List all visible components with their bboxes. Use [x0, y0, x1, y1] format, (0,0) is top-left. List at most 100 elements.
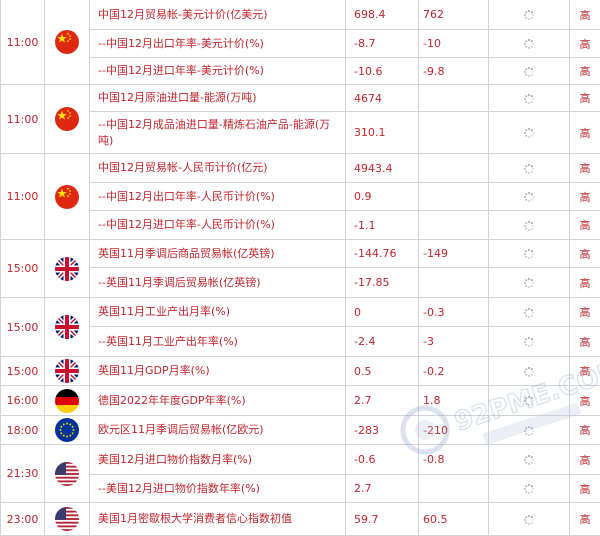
actual-value: 2.7: [345, 385, 419, 416]
table-row: --英国11月季调后贸易帐(亿英镑) -17.85 高: [1, 267, 600, 298]
actual-value: 59.7: [345, 502, 419, 536]
importance-label: 高: [569, 385, 600, 416]
actual-value: -2.4: [345, 326, 419, 357]
loading-spinner-icon: [523, 191, 535, 203]
country-flag-cell: [44, 502, 90, 536]
importance-label: 高: [569, 474, 600, 503]
loading-spinner-icon: [523, 366, 535, 378]
status-cell: [488, 111, 570, 154]
loading-spinner-icon: [523, 248, 535, 260]
loading-spinner-icon: [523, 454, 535, 466]
importance-label: 高: [569, 326, 600, 357]
loading-spinner-icon: [523, 9, 535, 21]
forecast-value: 60.5: [418, 502, 489, 536]
country-flag-cell: [44, 356, 90, 386]
status-cell: [488, 210, 570, 240]
country-flag-cell: [44, 153, 90, 240]
status-cell: [488, 326, 570, 357]
germany-flag-icon: [55, 388, 79, 413]
actual-value: 310.1: [345, 111, 419, 154]
loading-spinner-icon: [523, 307, 535, 319]
status-cell: [488, 444, 570, 475]
importance-label: 高: [569, 415, 600, 445]
actual-value: 0.9: [345, 182, 419, 211]
table-row: --美国12月进口物价指数年率(%) 2.7 高: [1, 474, 600, 503]
china-flag-icon: [55, 107, 79, 131]
status-cell: [488, 474, 570, 503]
table-row: --中国12月进口年率-美元计价(%) -10.6 -9.8 高: [1, 57, 600, 85]
uk-flag-icon: [55, 256, 79, 281]
table-row: 15:00 英国11月工业产出月率(%) 0 -0.3 高: [0, 297, 600, 357]
event-time: 11:00: [0, 84, 45, 154]
country-flag-cell: [44, 84, 90, 154]
table-row: 11:00 中国12月贸易帐-人民币计价(亿元) 4943.4 高: [0, 153, 600, 240]
event-name: --英国11月工业产出年率(%): [89, 326, 346, 357]
loading-spinner-icon: [523, 38, 535, 50]
actual-value: -8.7: [345, 29, 419, 58]
event-time: 11:00: [0, 0, 45, 85]
table-row: --英国11月工业产出年率(%) -2.4 -3 高: [1, 326, 600, 357]
forecast-value: -0.3: [418, 297, 489, 327]
table-row: --中国12月成品油进口量-精炼石油产品-能源(万吨) 310.1 高: [1, 111, 600, 154]
event-name: --中国12月出口年率-美元计价(%): [89, 29, 346, 58]
actual-value: 4674: [345, 84, 419, 112]
importance-label: 高: [569, 210, 600, 240]
actual-value: 698.4: [345, 0, 419, 30]
actual-value: 2.7: [345, 474, 419, 503]
event-time: 15:00: [0, 356, 45, 386]
usa-flag-icon: [55, 507, 79, 531]
china-flag-icon: [55, 184, 79, 209]
loading-spinner-icon: [523, 66, 535, 78]
country-flag-cell: [44, 444, 90, 503]
status-cell: [488, 29, 570, 58]
event-name: 欧元区11月季调后贸易帐(亿欧元): [89, 415, 346, 445]
forecast-value: [418, 267, 489, 298]
status-cell: [488, 297, 570, 327]
event-time: 15:00: [0, 297, 45, 357]
table-row: 11:00 中国12月原油进口量-能源(万吨) 4674 高: [0, 84, 600, 154]
economic-calendar-table: 11:00 中国12月贸易帐-美元计价(亿美元) 698.4 762 高 --中国12月出…: [0, 0, 600, 536]
status-cell: [488, 84, 570, 112]
table-row: 18:00 欧元区11月季调后贸易帐(亿欧元) -283 -210 高: [0, 415, 600, 445]
status-cell: [488, 356, 570, 386]
actual-value: -0.6: [345, 444, 419, 475]
event-name: 中国12月贸易帐-人民币计价(亿元): [89, 153, 346, 183]
status-cell: [488, 57, 570, 85]
table-row: 23:00 美国1月密歇根大学消费者信心指数初值 59.7 60.5 高: [0, 502, 600, 536]
event-time: 16:00: [0, 385, 45, 416]
importance-label: 高: [569, 356, 600, 386]
event-name: 美国1月密歇根大学消费者信心指数初值: [89, 502, 346, 536]
forecast-value: 762: [418, 0, 489, 30]
event-name: --英国11月季调后贸易帐(亿英镑): [89, 267, 346, 298]
status-cell: [488, 182, 570, 211]
forecast-value: -10: [418, 29, 489, 58]
event-name: --中国12月进口年率-美元计价(%): [89, 57, 346, 85]
loading-spinner-icon: [523, 277, 535, 289]
event-name: 美国12月进口物价指数月率(%): [89, 444, 346, 475]
forecast-value: -210: [418, 415, 489, 445]
event-name: --中国12月进口年率-人民币计价(%): [89, 210, 346, 240]
importance-label: 高: [569, 153, 600, 183]
actual-value: -17.85: [345, 267, 419, 298]
loading-spinner-icon: [523, 395, 535, 407]
event-time: 18:00: [0, 415, 45, 445]
forecast-value: [418, 153, 489, 183]
actual-value: 4943.4: [345, 153, 419, 183]
importance-label: 高: [569, 297, 600, 327]
event-name: 德国2022年年度GDP年率(%): [89, 385, 346, 416]
table-row: 15:00 英国11月季调后商品贸易帐(亿英镑) -144.76 -149 高: [0, 239, 600, 298]
forecast-value: -149: [418, 239, 489, 268]
actual-value: -1.1: [345, 210, 419, 240]
eu-flag-icon: [55, 418, 79, 442]
country-flag-cell: [44, 0, 90, 85]
uk-flag-icon: [55, 315, 79, 339]
event-name: 英国11月GDP月率(%): [89, 356, 346, 386]
forecast-value: [418, 84, 489, 112]
importance-label: 高: [569, 267, 600, 298]
loading-spinner-icon: [523, 514, 535, 526]
country-flag-cell: [44, 297, 90, 357]
event-name: 中国12月原油进口量-能源(万吨): [89, 84, 346, 112]
forecast-value: 1.8: [418, 385, 489, 416]
loading-spinner-icon: [523, 163, 535, 175]
table-row: 21:30 美国12月进口物价指数月率(%) -0.6 -0.8 高: [0, 444, 600, 503]
